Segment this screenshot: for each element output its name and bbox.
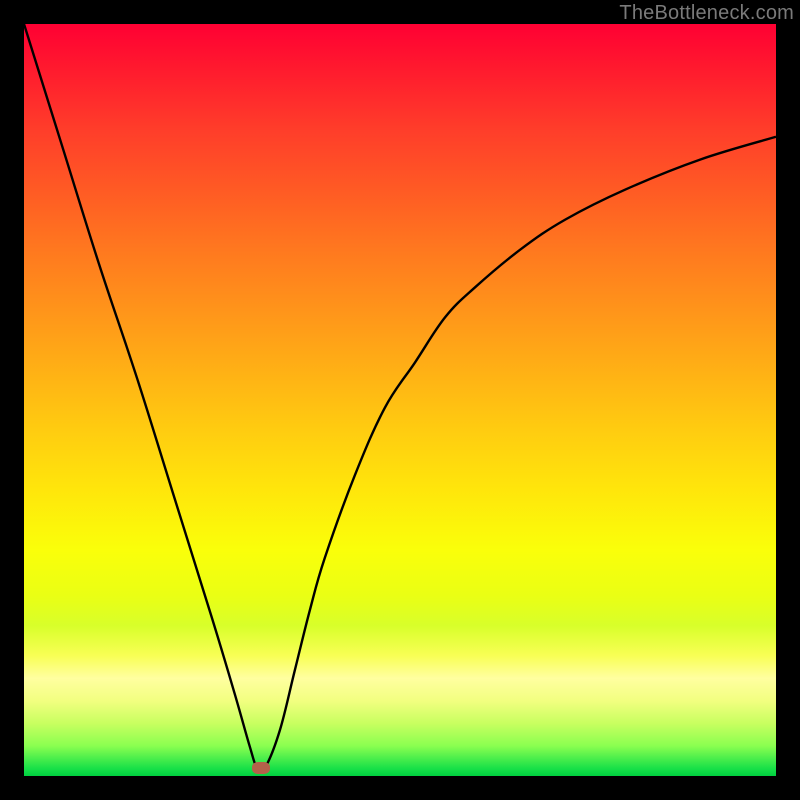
plot-area [24, 24, 776, 776]
chart-frame: TheBottleneck.com [0, 0, 800, 800]
watermark-text: TheBottleneck.com [619, 2, 794, 25]
curve-path [24, 24, 776, 773]
bottleneck-curve [24, 24, 776, 776]
optimal-point-marker [252, 762, 270, 774]
